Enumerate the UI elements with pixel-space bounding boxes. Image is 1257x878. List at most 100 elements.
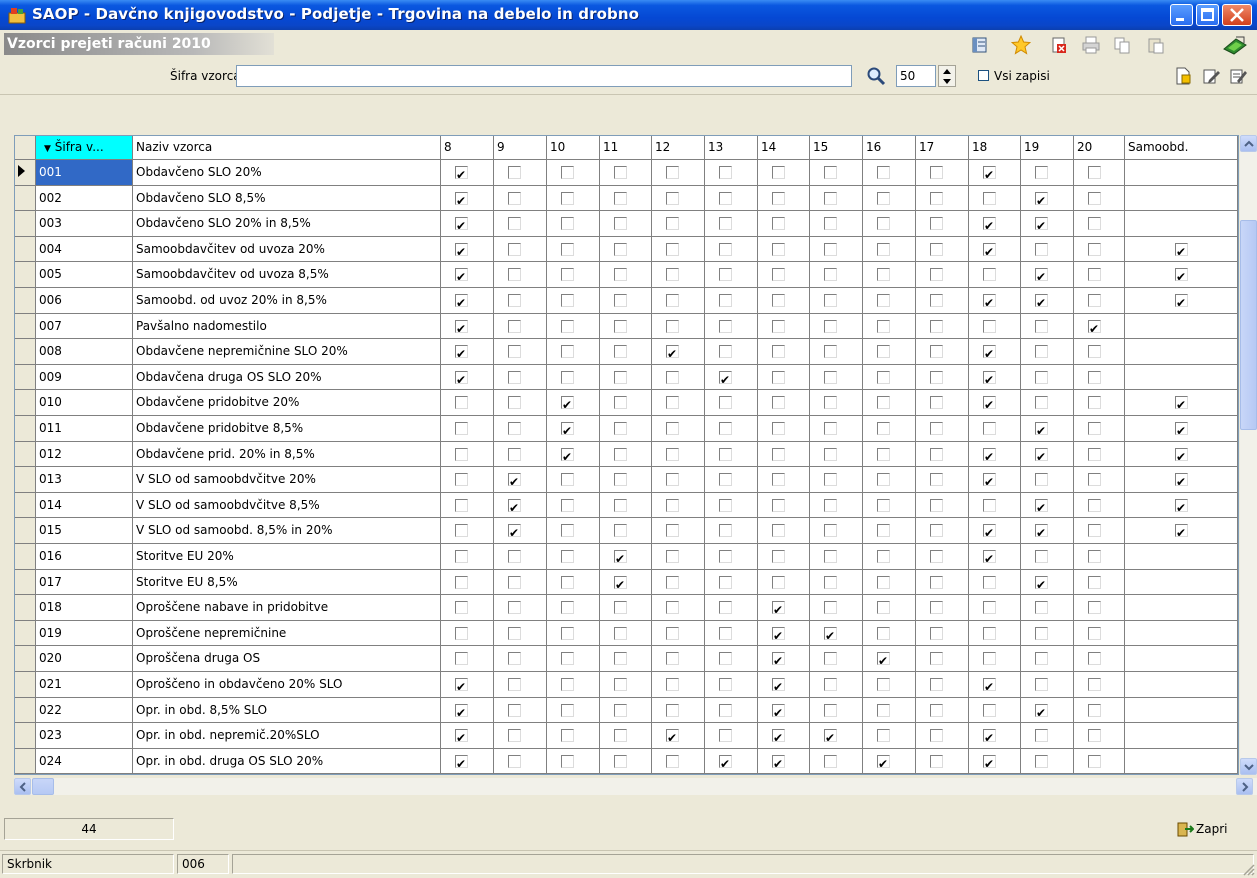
checkbox-col-12[interactable]	[666, 550, 679, 563]
checkbox-col-19[interactable]	[1035, 319, 1048, 333]
checkbox-col-14[interactable]	[772, 550, 785, 563]
checkbox-col-8[interactable]	[455, 702, 468, 722]
cell-name[interactable]: Samoobdavčitev od uvoza 8,5%	[133, 262, 441, 288]
row-indicator[interactable]	[15, 236, 36, 263]
checkbox-col-12[interactable]	[666, 524, 679, 538]
column-header-10[interactable]: 10	[547, 136, 600, 160]
all-records-checkbox[interactable]	[978, 70, 989, 81]
checkbox-col-16[interactable]	[877, 678, 890, 691]
checkbox-col-19[interactable]	[1035, 626, 1048, 640]
checkbox-col-19[interactable]	[1035, 652, 1048, 666]
checkbox-col-11[interactable]	[614, 473, 627, 487]
checkbox-col-15[interactable]	[824, 319, 837, 333]
checkbox-col-17[interactable]	[930, 268, 943, 282]
checkbox-col-11[interactable]	[614, 574, 627, 594]
cell-name[interactable]: V SLO od samoobdvčitve 8,5%	[133, 492, 441, 519]
cell-name[interactable]: Obdavčene pridobitve 20%	[133, 390, 441, 416]
cell-code[interactable]: 019	[36, 620, 133, 647]
checkbox-col-20[interactable]	[1088, 652, 1101, 666]
checkbox-col-19[interactable]	[1035, 473, 1048, 487]
checkbox-col-20[interactable]	[1088, 575, 1101, 589]
scroll-right-button[interactable]	[1236, 778, 1253, 795]
cell-name[interactable]: Samoobdavčitev od uvoza 20%	[133, 236, 441, 263]
checkbox-col-9[interactable]	[508, 191, 521, 205]
checkbox-col-17[interactable]	[930, 370, 943, 384]
checkbox-col-17[interactable]	[930, 345, 943, 359]
checkbox-col-13[interactable]	[719, 191, 732, 205]
checkbox-col-14[interactable]	[772, 650, 785, 671]
checkbox-col-12[interactable]	[666, 396, 679, 410]
checkbox-col-19[interactable]	[1035, 550, 1048, 563]
checkbox-col-17[interactable]	[930, 191, 943, 205]
checkbox-col-11[interactable]	[614, 548, 627, 569]
checkbox-col-20[interactable]	[1088, 166, 1101, 179]
horizontal-scroll-thumb[interactable]	[32, 778, 54, 795]
checkbox-col-18[interactable]	[983, 241, 996, 261]
checkbox-col-13[interactable]	[719, 473, 732, 487]
cell-name[interactable]: Oproščene nepremičnine	[133, 620, 441, 647]
table-row[interactable]: 021 Oproščeno in obdavčeno 20% SLO	[15, 672, 1238, 698]
checkbox-col-15[interactable]	[824, 294, 837, 307]
horizontal-scrollbar[interactable]	[14, 778, 1257, 795]
checkbox-col-9[interactable]	[508, 678, 521, 691]
checkbox-col-17[interactable]	[930, 242, 943, 256]
column-header-code[interactable]: ▼ Šifra v...	[36, 136, 133, 160]
checkbox-col-15[interactable]	[824, 166, 837, 179]
cell-code[interactable]: 008	[36, 339, 133, 365]
checkbox-col-8[interactable]	[455, 190, 468, 210]
column-header-16[interactable]: 16	[863, 136, 916, 160]
checkbox-col-8[interactable]	[455, 369, 468, 389]
checkbox-col-16[interactable]	[877, 345, 890, 359]
checkbox-samoobd[interactable]	[1175, 446, 1188, 466]
table-row[interactable]: 010 Obdavčene pridobitve 20%	[15, 390, 1238, 416]
resize-grip-icon[interactable]	[1242, 863, 1255, 876]
table-row[interactable]: 017 Storitve EU 8,5%	[15, 569, 1238, 596]
checkbox-col-19[interactable]	[1035, 678, 1048, 691]
checkbox-col-9[interactable]	[508, 447, 521, 461]
checkbox-col-19[interactable]	[1035, 292, 1048, 313]
checkbox-col-14[interactable]	[772, 625, 785, 645]
cell-code[interactable]: 013	[36, 467, 133, 493]
row-indicator[interactable]	[15, 416, 36, 442]
checkbox-col-20[interactable]	[1088, 294, 1101, 307]
checkbox-col-19[interactable]	[1035, 754, 1048, 768]
checkbox-col-13[interactable]	[719, 550, 732, 563]
checkbox-col-17[interactable]	[930, 294, 943, 307]
cell-name[interactable]: Obdavčena druga OS SLO 20%	[133, 364, 441, 391]
record-count-spinner[interactable]	[938, 65, 956, 87]
checkbox-col-10[interactable]	[561, 626, 574, 640]
row-indicator[interactable]	[15, 313, 36, 340]
checkbox-col-16[interactable]	[877, 294, 890, 307]
checkbox-col-8[interactable]	[455, 575, 468, 589]
checkbox-col-9[interactable]	[508, 497, 521, 517]
checkbox-col-12[interactable]	[666, 242, 679, 256]
row-indicator[interactable]	[15, 288, 36, 314]
checkbox-col-18[interactable]	[983, 471, 996, 492]
checkbox-col-14[interactable]	[772, 294, 785, 307]
checkbox-col-8[interactable]	[455, 266, 468, 287]
checkbox-col-9[interactable]	[508, 626, 521, 640]
checkbox-col-20[interactable]	[1088, 370, 1101, 384]
cell-name[interactable]: Storitve EU 20%	[133, 544, 441, 570]
checkbox-col-19[interactable]	[1035, 266, 1048, 287]
checkbox-samoobd[interactable]	[1175, 471, 1188, 492]
checkbox-col-15[interactable]	[824, 498, 837, 512]
checkbox-col-17[interactable]	[930, 601, 943, 615]
checkbox-col-11[interactable]	[614, 678, 627, 691]
checkbox-col-14[interactable]	[772, 575, 785, 589]
checkbox-col-17[interactable]	[930, 575, 943, 589]
cell-code[interactable]: 023	[36, 723, 133, 749]
checkbox-col-10[interactable]	[561, 166, 574, 179]
checkbox-col-14[interactable]	[772, 345, 785, 359]
checkbox-col-10[interactable]	[561, 268, 574, 282]
checkbox-col-12[interactable]	[666, 754, 679, 768]
checkbox-col-15[interactable]	[824, 703, 837, 717]
checkbox-col-18[interactable]	[983, 498, 996, 512]
cell-code[interactable]: 001	[36, 160, 133, 186]
checkbox-col-9[interactable]	[508, 422, 521, 435]
checkbox-col-11[interactable]	[614, 498, 627, 512]
checkbox-col-15[interactable]	[824, 678, 837, 691]
checkbox-col-14[interactable]	[772, 599, 785, 620]
checkbox-col-14[interactable]	[772, 676, 785, 697]
checkbox-col-8[interactable]	[455, 601, 468, 615]
